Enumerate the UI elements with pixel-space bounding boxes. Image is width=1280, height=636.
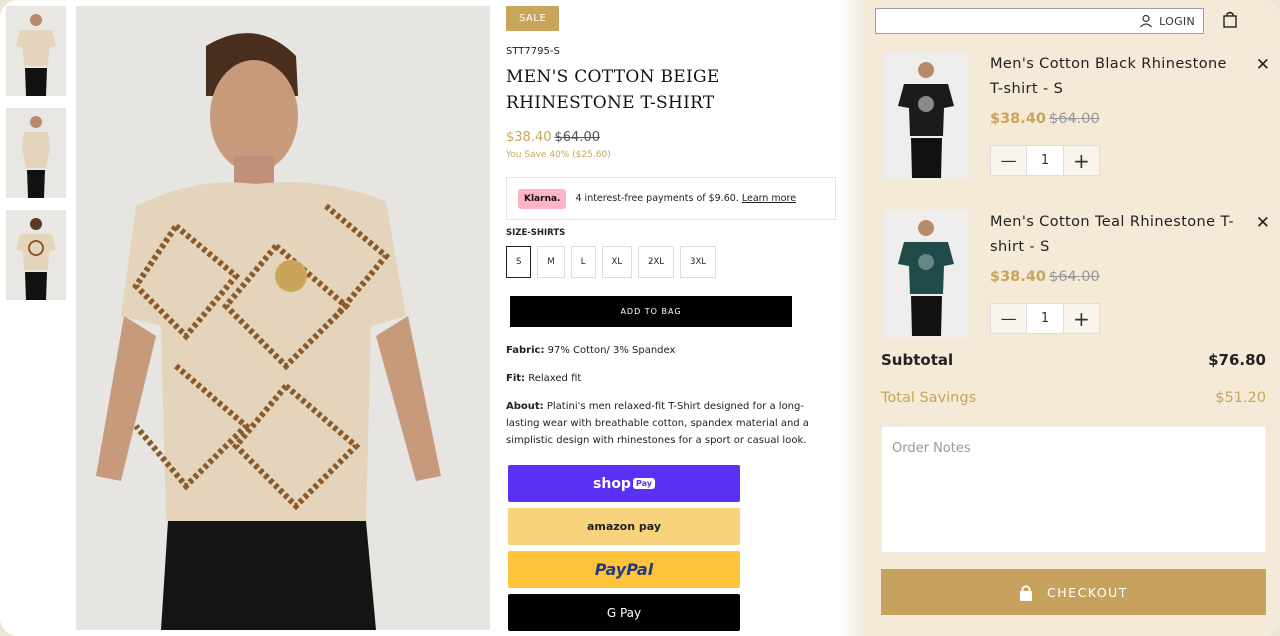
klarna-message: 4 interest-free payments of $9.60. (575, 193, 739, 204)
sale-badge: SALE (506, 6, 560, 31)
cart-item-image (884, 52, 969, 180)
subtotal-value: $76.80 (1208, 351, 1266, 369)
current-price: $38.40 (506, 130, 552, 145)
paypal-button[interactable]: PayPal (508, 551, 740, 588)
size-options: S M L XL 2XL 3XL (506, 246, 722, 278)
user-icon (1140, 14, 1153, 28)
subtotal-row: Subtotal $76.80 (881, 351, 1266, 369)
klarna-text: 4 interest-free payments of $9.60. Learn … (575, 193, 796, 204)
quantity-stepper: — 1 + (990, 145, 1100, 176)
quantity-stepper: — 1 + (990, 303, 1100, 334)
fit-info: Fit: Relaxed fit (506, 370, 836, 387)
increase-quantity-button[interactable]: + (1064, 304, 1099, 333)
fit-value: Relaxed fit (528, 373, 582, 384)
size-option-xl[interactable]: XL (601, 246, 633, 278)
google-pay-text: G Pay (606, 605, 642, 620)
decrease-quantity-button[interactable]: — (991, 146, 1026, 175)
product-main-image (76, 6, 490, 630)
thumbnail-side[interactable] (6, 108, 66, 198)
cart-item-name[interactable]: Men's Cotton Black Rhinestone T-shirt - … (990, 52, 1240, 102)
paypal-logo-text: PayPal (594, 560, 654, 579)
checkout-label: CHECKOUT (1047, 584, 1128, 600)
screen: SALE STT7795-S MEN'S COTTON BEIGE RHINES… (0, 0, 1280, 636)
amazon-pay-text: amazon pay (586, 520, 662, 533)
thumbnail-back[interactable] (6, 210, 66, 300)
cart-item-original-price: $64.00 (1048, 269, 1100, 285)
cart-drawer: LOGIN Men's Cotton Black Rhinestone T-sh… (864, 0, 1280, 636)
login-link[interactable]: LOGIN (1139, 14, 1195, 28)
total-savings-row: Total Savings $51.20 (881, 390, 1266, 406)
quantity-value[interactable]: 1 (1026, 146, 1064, 175)
size-label: SIZE-SHIRTS (506, 228, 566, 238)
thumbnail-front[interactable] (6, 6, 66, 96)
klarna-learn-more-link[interactable]: Learn more (742, 193, 796, 204)
fabric-label: Fabric: (506, 345, 545, 356)
product-sku: STT7795-S (506, 46, 560, 57)
decrease-quantity-button[interactable]: — (991, 304, 1026, 333)
increase-quantity-button[interactable]: + (1064, 146, 1099, 175)
cart-item-original-price: $64.00 (1048, 111, 1100, 127)
drawer-shadow (838, 0, 864, 636)
size-option-s[interactable]: S (506, 246, 532, 278)
header-bar: LOGIN (875, 8, 1204, 34)
cart-item-current-price: $38.40 (990, 111, 1046, 127)
original-price: $64.00 (554, 130, 601, 145)
order-notes-field[interactable] (881, 426, 1266, 553)
cart-item-price: $38.40 $64.00 (990, 111, 1100, 127)
klarna-logo: Klarna. (518, 188, 567, 209)
size-option-3xl[interactable]: 3XL (680, 246, 716, 278)
fabric-value: 97% Cotton/ 3% Spandex (547, 345, 676, 356)
total-savings-label: Total Savings (881, 390, 977, 406)
product-price: $38.40 $64.00 (506, 130, 600, 145)
product-page: SALE STT7795-S MEN'S COTTON BEIGE RHINES… (0, 0, 862, 636)
add-to-bag-button[interactable]: ADD TO BAG (510, 296, 792, 327)
size-option-m[interactable]: M (537, 246, 565, 278)
product-title: MEN'S COTTON BEIGE RHINESTONE T-SHIRT (506, 67, 720, 113)
thumbnail-strip (6, 6, 66, 312)
shop-pay-button[interactable]: shop Pay (508, 465, 740, 502)
cart-item-name[interactable]: Men's Cotton Teal Rhinestone T-shirt - S (990, 210, 1240, 260)
quantity-value[interactable]: 1 (1026, 304, 1064, 333)
you-save-text: You Save 40% ($25.60) (506, 150, 611, 160)
klarna-banner: Klarna. 4 interest-free payments of $9.6… (506, 177, 836, 220)
subtotal-label: Subtotal (881, 351, 954, 369)
total-savings-value: $51.20 (1215, 390, 1266, 406)
cart-item-current-price: $38.40 (990, 269, 1046, 285)
remove-item-close-icon[interactable]: ✕ (1256, 55, 1270, 75)
fit-label: Fit: (506, 373, 526, 384)
lock-icon (1020, 584, 1033, 601)
amazon-pay-button[interactable]: amazon pay (508, 508, 740, 545)
checkout-button[interactable]: CHECKOUT (881, 569, 1266, 615)
remove-item-close-icon[interactable]: ✕ (1256, 213, 1270, 233)
google-pay-button[interactable]: G Pay (508, 594, 740, 631)
about-label: About: (506, 401, 544, 412)
login-label: LOGIN (1159, 14, 1195, 28)
fabric-info: Fabric: 97% Cotton/ 3% Spandex (506, 342, 836, 359)
shop-pay-text: shop (593, 475, 631, 492)
shopping-bag-icon[interactable] (1223, 11, 1237, 28)
cart-item-image (884, 210, 969, 338)
cart-item-price: $38.40 $64.00 (990, 269, 1100, 285)
shop-pay-badge: Pay (632, 478, 655, 489)
about-value: Platini's men relaxed-fit T-Shirt design… (506, 401, 809, 446)
size-option-2xl[interactable]: 2XL (638, 246, 675, 278)
about-info: About: Platini's men relaxed-fit T-Shirt… (506, 398, 836, 449)
size-option-l[interactable]: L (570, 246, 596, 278)
